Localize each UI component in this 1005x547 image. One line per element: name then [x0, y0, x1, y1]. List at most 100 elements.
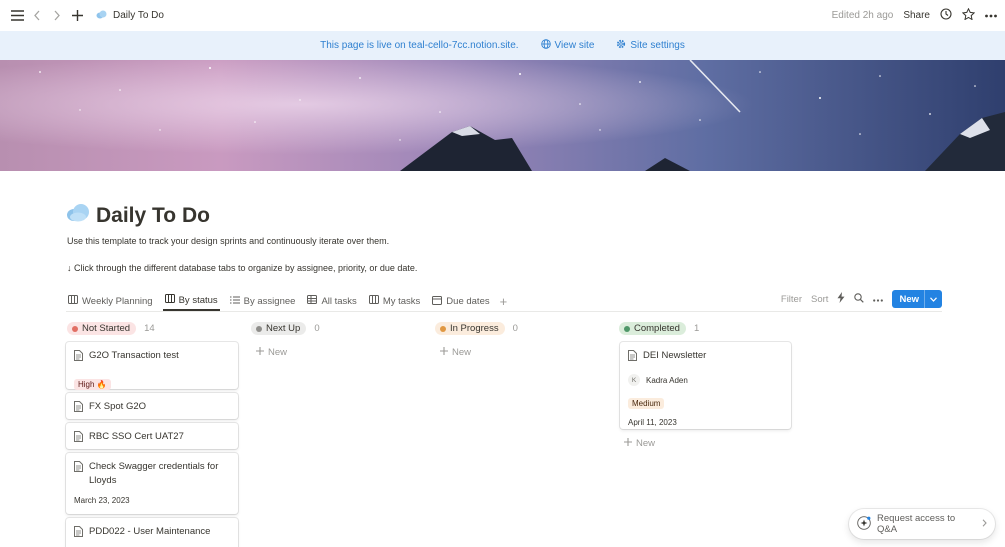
- sort-button[interactable]: Sort: [811, 294, 828, 305]
- card-title-text: PDD022 - User Maintenance: [89, 526, 211, 537]
- task-card[interactable]: DEI Newsletter K Kadra Aden Medium April…: [620, 342, 791, 429]
- document-icon: [74, 526, 83, 542]
- column-count: 0: [512, 323, 518, 334]
- add-new-label: New: [636, 438, 656, 449]
- plus-icon: [624, 438, 632, 449]
- tab-label: By assignee: [243, 295, 296, 307]
- status-dot: [440, 325, 446, 332]
- tab-label: Due dates: [446, 295, 490, 307]
- task-card[interactable]: PDD022 - User Maintenance: [66, 518, 238, 547]
- status-pill: In Progress: [435, 322, 505, 335]
- column-count: 14: [144, 323, 155, 334]
- card-title-text: RBC SSO Cert UAT27: [89, 431, 184, 442]
- due-date: March 23, 2023: [74, 496, 130, 505]
- site-settings-link[interactable]: Site settings: [616, 39, 685, 52]
- tab-label: Weekly Planning: [82, 295, 153, 307]
- column-count: 0: [314, 323, 320, 334]
- favorite-star-icon[interactable]: [961, 7, 976, 23]
- document-icon: [74, 431, 83, 447]
- calendar-icon: [432, 295, 443, 308]
- request-qa-access-button[interactable]: Request access to Q&A: [849, 509, 995, 539]
- tab-by-assignee[interactable]: By assignee: [228, 291, 298, 311]
- task-card[interactable]: Check Swagger credentials for Lloyds Mar…: [66, 453, 238, 514]
- tabs-divider: [66, 311, 942, 312]
- assignee: K Kadra Aden: [628, 374, 783, 386]
- add-new-label: New: [268, 347, 288, 358]
- automation-lightning-icon[interactable]: [837, 292, 845, 306]
- card-title: G2O Transaction test: [74, 349, 230, 366]
- add-new-card-button[interactable]: New: [624, 438, 655, 449]
- new-button[interactable]: New: [892, 290, 942, 308]
- column-header-in-progress[interactable]: In Progress 0: [435, 322, 518, 335]
- tab-weekly-planning[interactable]: Weekly Planning: [66, 291, 155, 311]
- more-options-icon[interactable]: [985, 10, 997, 21]
- status-pill: Completed: [619, 322, 686, 335]
- table-icon: [307, 295, 318, 307]
- card-title-text: DEI Newsletter: [643, 350, 707, 361]
- filter-button[interactable]: Filter: [781, 294, 802, 305]
- status-dot: [256, 325, 262, 332]
- globe-icon: [540, 39, 551, 52]
- add-view-icon[interactable]: +: [500, 294, 508, 309]
- document-icon: [74, 350, 83, 366]
- list-icon: [229, 296, 240, 307]
- avatar: K: [628, 374, 640, 386]
- board-icon: [164, 294, 175, 306]
- add-new-card-button[interactable]: New: [256, 347, 287, 358]
- qa-label: Request access to Q&A: [877, 513, 956, 535]
- tab-due-dates[interactable]: Due dates: [430, 291, 491, 311]
- status-label: Not Started: [82, 323, 131, 334]
- back-icon[interactable]: [28, 7, 46, 25]
- due-date: April 11, 2023: [628, 418, 677, 427]
- breadcrumb[interactable]: Daily To Do: [96, 10, 164, 22]
- chevron-down-icon[interactable]: [924, 290, 942, 308]
- edited-timestamp: Edited 2h ago: [831, 10, 894, 21]
- document-icon: [74, 401, 83, 417]
- search-icon[interactable]: [854, 292, 865, 306]
- column-header-completed[interactable]: Completed 1: [619, 322, 699, 335]
- history-icon[interactable]: [940, 8, 952, 23]
- live-site-banner: This page is live on teal-cello-7cc.noti…: [0, 31, 1005, 60]
- forward-icon[interactable]: [48, 7, 66, 25]
- card-title: DEI Newsletter: [628, 349, 783, 366]
- status-dot: [72, 325, 78, 332]
- more-options-icon[interactable]: [873, 294, 884, 305]
- page-title[interactable]: Daily To Do: [96, 204, 210, 228]
- plus-icon: [440, 347, 448, 358]
- page-hint: ↓ Click through the different database t…: [67, 263, 418, 273]
- tab-all-tasks[interactable]: All tasks: [305, 291, 358, 311]
- priority-tag: Medium: [628, 398, 665, 409]
- menu-icon[interactable]: [8, 7, 26, 25]
- page-header: Daily To Do: [66, 203, 210, 228]
- gear-icon: [616, 39, 626, 52]
- column-header-not-started[interactable]: Not Started 14: [67, 322, 155, 335]
- chevron-right-icon: [982, 518, 987, 530]
- tab-label: By status: [178, 294, 218, 306]
- tab-my-tasks[interactable]: My tasks: [367, 291, 422, 311]
- add-page-icon[interactable]: [68, 7, 86, 25]
- task-card[interactable]: RBC SSO Cert UAT27: [66, 423, 238, 449]
- task-card[interactable]: G2O Transaction test High 🔥: [66, 342, 238, 390]
- tab-label: My tasks: [382, 295, 421, 307]
- plus-icon: [256, 347, 264, 358]
- card-title-text: FX Spot G2O: [89, 401, 147, 412]
- board-icon: [68, 295, 78, 307]
- card-title: PDD022 - User Maintenance: [74, 525, 230, 542]
- page-description: Use this template to track your design s…: [67, 236, 390, 246]
- status-label: In Progress: [450, 323, 499, 334]
- document-icon: [628, 350, 637, 366]
- view-site-link[interactable]: View site: [540, 39, 594, 52]
- tab-by-status[interactable]: By status: [162, 291, 220, 311]
- cover-image: [0, 60, 1005, 171]
- assignee-name: Kadra Aden: [646, 375, 688, 385]
- site-settings-label: Site settings: [630, 40, 685, 51]
- task-card[interactable]: FX Spot G2O: [66, 393, 238, 419]
- status-label: Next Up: [266, 323, 301, 334]
- column-header-next-up[interactable]: Next Up 0: [251, 322, 320, 335]
- status-dot: [624, 325, 630, 332]
- share-button[interactable]: Share: [903, 10, 930, 21]
- topbar-actions: Edited 2h ago Share: [831, 7, 997, 23]
- add-new-card-button[interactable]: New: [440, 347, 471, 358]
- priority-tag: High 🔥: [74, 379, 111, 390]
- cloud-icon[interactable]: [66, 203, 90, 228]
